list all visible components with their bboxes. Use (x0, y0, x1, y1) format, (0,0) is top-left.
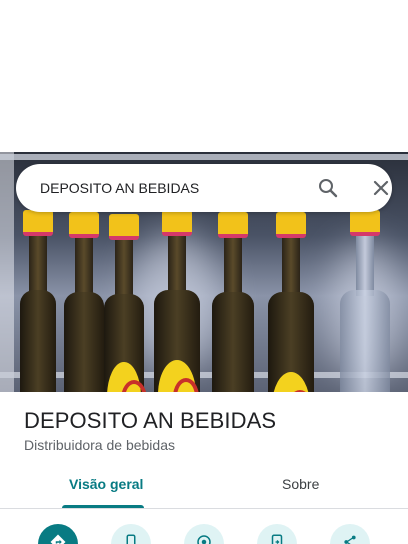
call-button[interactable] (111, 524, 151, 544)
phone-icon (126, 534, 136, 544)
share-button[interactable] (330, 524, 370, 544)
beer-bottle (212, 212, 254, 392)
share-icon (344, 535, 356, 544)
tab-about[interactable]: Sobre (282, 476, 319, 506)
directions-icon (50, 534, 66, 544)
beer-bottle (20, 210, 56, 392)
send-to-phone-icon (271, 534, 283, 544)
search-icon[interactable] (316, 176, 340, 200)
map-blank-area (0, 0, 408, 152)
nearby-button[interactable] (184, 524, 224, 544)
fridge-shelf-top (0, 154, 408, 160)
search-bar[interactable] (16, 164, 392, 212)
place-title: DEPOSITO AN BEBIDAS (24, 408, 277, 433)
send-to-phone-button[interactable] (257, 524, 297, 544)
beer-bottle (64, 212, 104, 392)
nearby-icon (197, 535, 211, 544)
close-icon[interactable] (369, 176, 393, 200)
fridge-frame (0, 152, 14, 392)
directions-button[interactable] (38, 524, 78, 544)
tabs-divider (0, 508, 408, 509)
beer-bottle (104, 214, 147, 392)
search-input[interactable] (40, 164, 290, 212)
beer-bottle (268, 212, 314, 392)
place-category[interactable]: Distribuidora de bebidas (24, 437, 175, 453)
tab-overview[interactable]: Visão geral (69, 476, 143, 506)
water-bottle (340, 210, 390, 392)
beer-bottle (154, 210, 200, 392)
